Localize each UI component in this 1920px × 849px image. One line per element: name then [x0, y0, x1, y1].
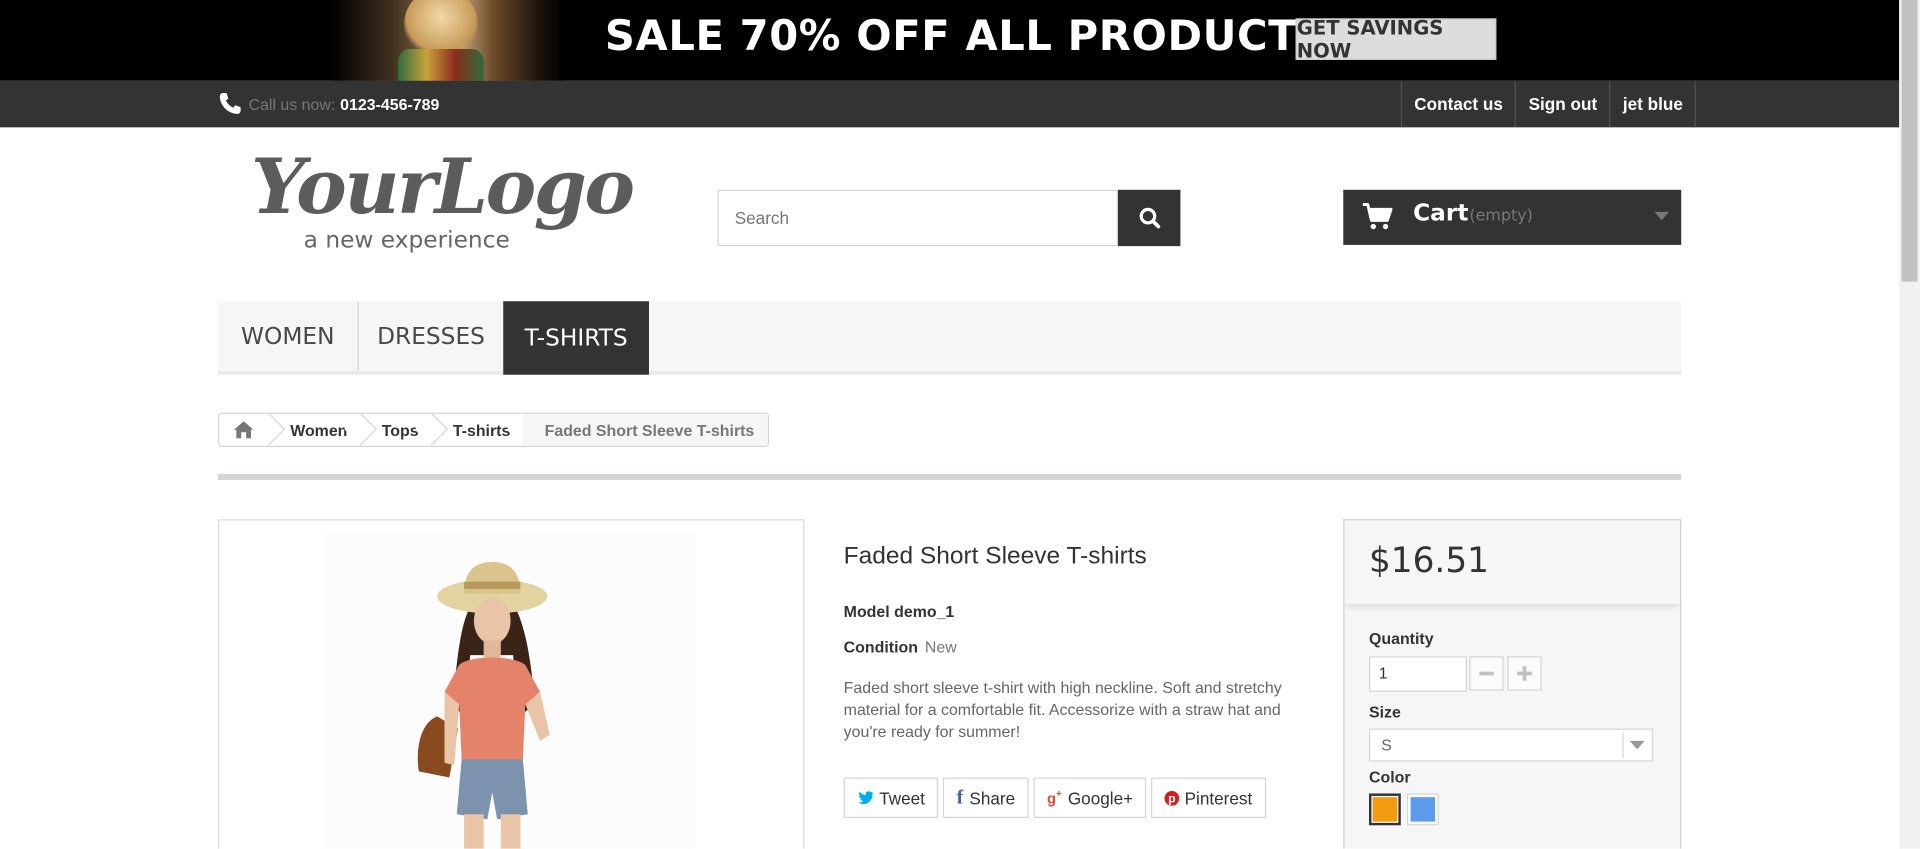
- search-bar: [717, 189, 1181, 247]
- search-button[interactable]: [1117, 189, 1181, 247]
- call-label: Call us now:: [248, 94, 336, 114]
- model-label: Model: [843, 602, 890, 621]
- product-description: Faded short sleeve t-shirt with high nec…: [843, 678, 1282, 741]
- google-plus-icon: g+: [1047, 788, 1062, 807]
- buy-box: $16.51 Quantity 1 Size S Color: [1343, 519, 1682, 849]
- promo-photo: [330, 0, 564, 81]
- minus-icon: [1479, 671, 1494, 676]
- share-label: Share: [969, 787, 1016, 808]
- get-savings-button[interactable]: GET SAVINGS NOW: [1295, 16, 1497, 62]
- main-menu: WOMEN DRESSES T-SHIRTS: [217, 301, 1682, 375]
- scrollbar[interactable]: [1899, 0, 1920, 849]
- plus-icon: [1517, 666, 1532, 681]
- color-label: Color: [1368, 767, 1411, 787]
- tweet-button[interactable]: Tweet: [843, 777, 939, 818]
- product-title: Faded Short Sleeve T-shirts: [843, 542, 1147, 570]
- breadcrumb: Women Tops T-shirts Faded Short Sleeve T…: [217, 412, 769, 447]
- phone-number: 0123-456-789: [340, 94, 440, 114]
- google-plus-button[interactable]: g+ Google+: [1033, 777, 1147, 818]
- account-name-link[interactable]: jet blue: [1609, 80, 1697, 128]
- promo-banner[interactable]: SALE 70% OFF ALL PRODUCTS GET SAVINGS NO…: [0, 0, 1900, 81]
- product-condition: Condition New: [844, 638, 957, 656]
- top-nav-bar: Call us now: 0123-456-789 Contact us Sig…: [0, 80, 1900, 128]
- phone-icon: [219, 93, 241, 114]
- cart-button[interactable]: Cart (empty): [1343, 189, 1682, 245]
- quantity-plus-button[interactable]: [1507, 656, 1542, 691]
- size-value: S: [1381, 735, 1392, 755]
- color-swatch-orange[interactable]: [1368, 793, 1401, 826]
- social-share: Tweet f Share g+ Google+ p Pinterest: [843, 777, 1271, 818]
- promo-text: SALE 70% OFF ALL PRODUCTS: [604, 12, 1328, 62]
- size-label: Size: [1368, 702, 1401, 722]
- size-select[interactable]: S: [1368, 728, 1654, 762]
- quantity-label: Quantity: [1368, 629, 1434, 648]
- pinterest-button[interactable]: p Pinterest: [1151, 777, 1266, 818]
- facebook-icon: f: [956, 786, 964, 808]
- menu-item-dresses[interactable]: DRESSES: [359, 301, 505, 372]
- contact-us-link[interactable]: Contact us: [1400, 80, 1515, 128]
- menu-item-t-shirts[interactable]: T-SHIRTS: [503, 301, 649, 375]
- product-image[interactable]: [217, 519, 805, 849]
- search-icon: [1139, 207, 1160, 229]
- chevron-down-icon: [1622, 732, 1649, 758]
- logo-tagline: a new experience: [303, 226, 510, 254]
- color-swatch-blue[interactable]: [1406, 793, 1439, 826]
- divider: [217, 473, 1682, 481]
- share-button[interactable]: f Share: [943, 777, 1029, 818]
- call-us: Call us now: 0123-456-789: [218, 81, 439, 128]
- condition-label: Condition: [843, 637, 918, 657]
- product-model: Model demo_1: [844, 602, 955, 620]
- cart-label: Cart: [1413, 199, 1469, 227]
- model-value: demo_1: [894, 602, 955, 621]
- cart-icon: [1362, 203, 1393, 230]
- condition-value: New: [924, 637, 957, 657]
- product-photo: [417, 562, 550, 849]
- account-links: Contact us Sign out jet blue: [1400, 80, 1697, 128]
- pinterest-label: Pinterest: [1184, 787, 1253, 808]
- scrollbar-thumb[interactable]: [1901, 0, 1918, 282]
- product-price: $16.51: [1368, 540, 1489, 581]
- google-plus-label: Google+: [1067, 787, 1134, 808]
- pinterest-icon: p: [1164, 790, 1180, 806]
- cart-status: (empty): [1469, 206, 1533, 226]
- home-icon: [233, 421, 254, 439]
- twitter-icon: [858, 791, 874, 805]
- tweet-label: Tweet: [879, 787, 925, 808]
- site-logo[interactable]: YourLogo a new experience: [245, 142, 635, 269]
- breadcrumb-current: Faded Short Sleeve T-shirts: [522, 413, 768, 446]
- sign-out-link[interactable]: Sign out: [1515, 80, 1609, 128]
- chevron-down-icon: [1654, 211, 1669, 221]
- menu-item-women[interactable]: WOMEN: [218, 301, 359, 372]
- svg-text:p: p: [1169, 791, 1176, 805]
- quantity-input[interactable]: 1: [1368, 656, 1467, 692]
- search-input[interactable]: [717, 189, 1118, 247]
- quantity-minus-button[interactable]: [1469, 656, 1504, 691]
- logo-script: YourLogo: [251, 142, 635, 232]
